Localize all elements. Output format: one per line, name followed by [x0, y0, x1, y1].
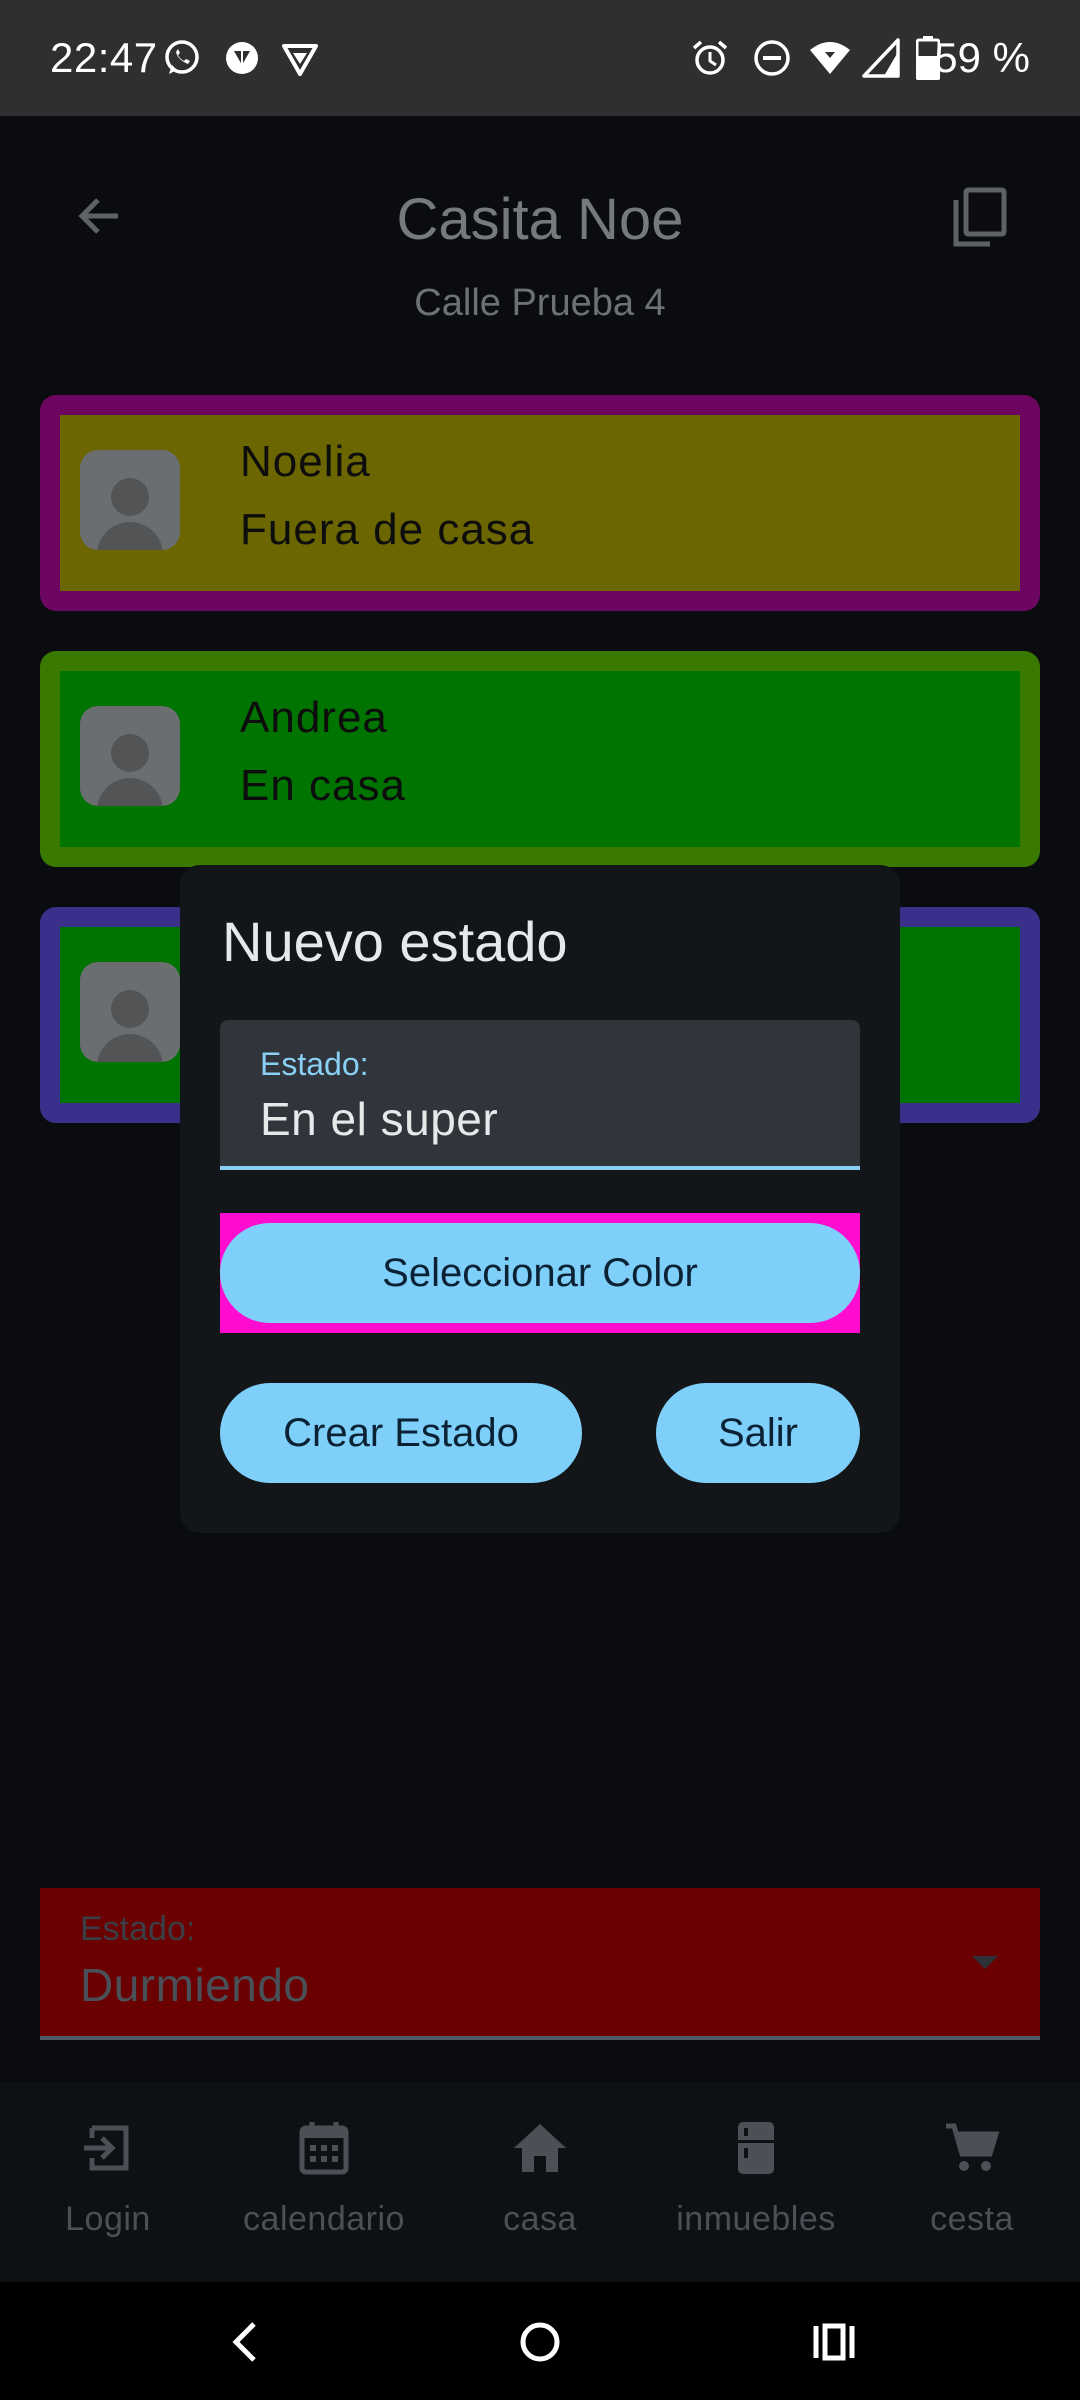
- nav-item-inmuebles[interactable]: inmuebles: [648, 2082, 864, 2282]
- vpn-icon: [280, 38, 320, 83]
- calendar-icon: [299, 2122, 349, 2175]
- select-color-button[interactable]: Seleccionar Color: [220, 1223, 860, 1323]
- copy-button[interactable]: [950, 186, 1010, 250]
- kitchen-icon: [738, 2122, 774, 2174]
- state-input-value[interactable]: En el super: [260, 1092, 498, 1146]
- status-bar: 22:47 59 %: [0, 0, 1080, 116]
- nav-label: cesta: [930, 2200, 1014, 2238]
- cart-icon: [946, 2123, 1000, 2171]
- new-state-dialog: Nuevo estado Estado: En el super Selecci…: [180, 865, 900, 1533]
- avatar: [80, 450, 180, 550]
- state-input-label: Estado:: [260, 1046, 369, 1082]
- state-input[interactable]: Estado: En el super: [220, 1020, 860, 1170]
- nav-label: inmuebles: [676, 2200, 836, 2238]
- login-icon: [84, 2125, 129, 2171]
- whatsapp-icon: [162, 38, 202, 83]
- nav-label: casa: [503, 2200, 577, 2238]
- do-not-disturb-icon: [752, 38, 792, 83]
- app-bar: Casita Noe Calle Prueba 4: [0, 116, 1080, 356]
- member-card[interactable]: Noelia Fuera de casa: [40, 395, 1040, 611]
- state-dropdown-value: Durmiendo: [80, 1959, 310, 2011]
- alarm-icon: [690, 38, 730, 83]
- system-nav-bar: [0, 2282, 1080, 2400]
- selected-color-preview: Seleccionar Color: [220, 1213, 860, 1333]
- status-time: 22:47: [50, 34, 158, 81]
- signal-icon: [862, 38, 902, 83]
- bottom-nav: Login calendario casa inmuebles cesta: [0, 2082, 1080, 2282]
- app-icon: [222, 38, 262, 83]
- dropdown-arrow-icon: [972, 1956, 998, 1969]
- system-back-button[interactable]: [216, 2312, 276, 2372]
- member-name: Noelia: [240, 437, 371, 486]
- home-circle-icon: [520, 2322, 560, 2362]
- state-dropdown[interactable]: Estado: Durmiendo: [40, 1888, 1040, 2040]
- system-home-button[interactable]: [510, 2312, 570, 2372]
- battery-percent: 59 %: [934, 34, 1030, 81]
- system-recents-button[interactable]: [804, 2312, 864, 2372]
- nav-label: calendario: [243, 2200, 405, 2238]
- exit-button[interactable]: Salir: [656, 1383, 860, 1483]
- card-fill: Noelia Fuera de casa: [60, 415, 1020, 591]
- copy-icon: [953, 187, 1007, 247]
- page-title: Casita Noe: [396, 187, 684, 252]
- member-card[interactable]: Andrea En casa: [40, 651, 1040, 867]
- nav-item-cesta[interactable]: cesta: [864, 2082, 1080, 2282]
- dialog-title: Nuevo estado: [222, 910, 568, 973]
- page-subtitle: Calle Prueba 4: [414, 282, 666, 324]
- create-state-button[interactable]: Crear Estado: [220, 1383, 582, 1483]
- nav-item-calendario[interactable]: calendario: [216, 2082, 432, 2282]
- nav-label: Login: [65, 2200, 151, 2238]
- back-icon: [232, 2322, 256, 2362]
- recents-icon: [813, 2323, 855, 2361]
- member-status: Fuera de casa: [240, 505, 535, 554]
- wifi-icon: [808, 38, 852, 83]
- avatar: [80, 706, 180, 806]
- card-fill: Andrea En casa: [60, 671, 1020, 847]
- nav-item-login[interactable]: Login: [0, 2082, 216, 2282]
- state-dropdown-label: Estado:: [80, 1910, 196, 1948]
- member-name: Andrea: [240, 693, 388, 742]
- member-status: En casa: [240, 761, 406, 810]
- nav-item-casa[interactable]: casa: [432, 2082, 648, 2282]
- avatar: [80, 962, 180, 1062]
- home-icon: [514, 2124, 566, 2172]
